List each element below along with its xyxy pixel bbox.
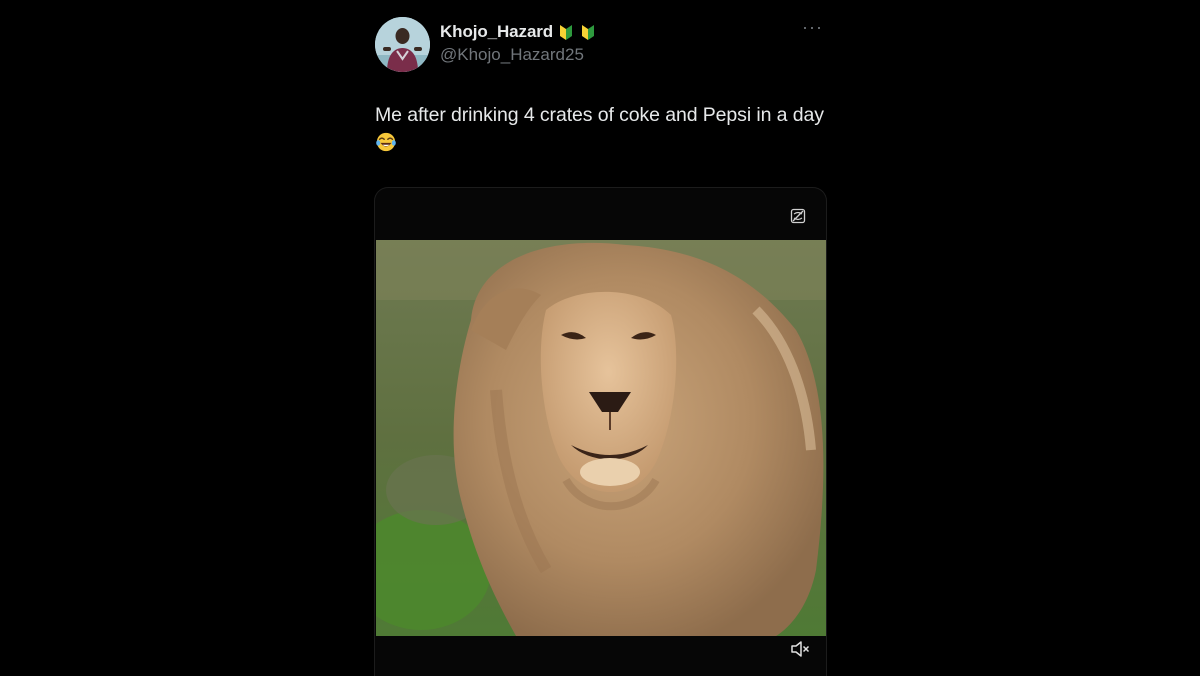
mute-icon[interactable] [790, 640, 810, 658]
author-names: Khojo_Hazard @Khojo_Hazard25 [440, 21, 597, 65]
sensitive-content-icon[interactable] [790, 208, 806, 224]
tweet: Khojo_Hazard @Khojo_Hazard25 ··· Me afte… [375, 16, 825, 159]
author-handle[interactable]: @Khojo_Hazard25 [440, 45, 597, 65]
display-name[interactable]: Khojo_Hazard [440, 22, 553, 42]
display-name-row: Khojo_Hazard [440, 21, 597, 43]
avatar[interactable] [375, 17, 430, 72]
media-container [374, 187, 827, 676]
tweet-text: Me after drinking 4 crates of coke and P… [375, 101, 830, 159]
tweet-header: Khojo_Hazard @Khojo_Hazard25 ··· [375, 16, 825, 74]
tweet-body: Me after drinking 4 crates of coke and P… [375, 104, 824, 126]
media-top-bar [375, 188, 826, 239]
page: Khojo_Hazard @Khojo_Hazard25 ··· Me afte… [0, 0, 1200, 676]
face-with-tears-of-joy-icon [376, 132, 396, 152]
japanese-beginner-symbol-icon [560, 25, 573, 40]
more-options-icon[interactable]: ··· [802, 18, 823, 36]
video-player[interactable] [376, 240, 826, 636]
japanese-beginner-symbol-icon [582, 25, 595, 40]
avatar-image [375, 17, 430, 72]
